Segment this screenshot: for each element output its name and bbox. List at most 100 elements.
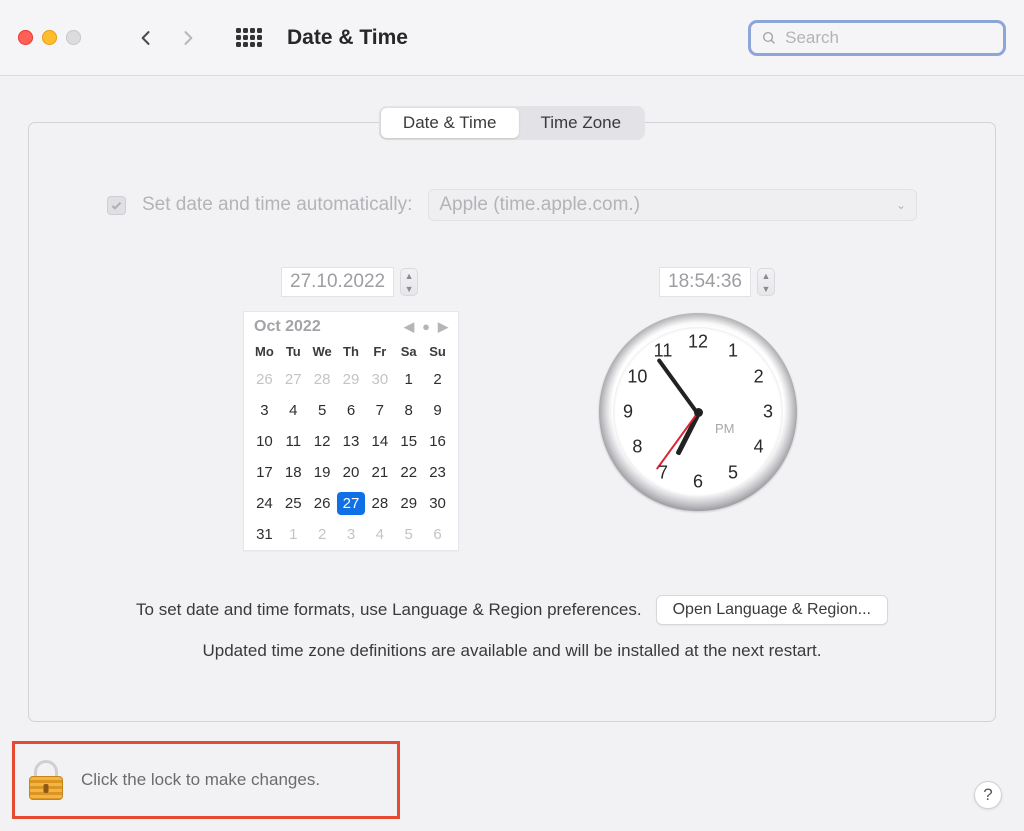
- calendar-day[interactable]: 3: [250, 399, 279, 422]
- lock-icon[interactable]: [29, 760, 63, 800]
- analog-clock[interactable]: PM 121234567891011: [599, 313, 797, 511]
- clock-numeral: 12: [688, 332, 708, 353]
- calendar-day[interactable]: 28: [365, 492, 394, 515]
- close-window-button[interactable]: [18, 30, 33, 45]
- lock-row: Click the lock to make changes.: [12, 741, 400, 819]
- calendar-day[interactable]: 29: [337, 368, 366, 391]
- calendar-day[interactable]: 2: [423, 368, 452, 391]
- calendar-day[interactable]: 25: [279, 492, 308, 515]
- calendar-day[interactable]: 30: [365, 368, 394, 391]
- lock-text: Click the lock to make changes.: [81, 770, 320, 790]
- calendar-day[interactable]: 12: [308, 430, 337, 453]
- clock-numeral: 4: [754, 437, 764, 458]
- prefs-panel: Date & Time Time Zone Set date and time …: [28, 122, 996, 722]
- calendar-next-icon[interactable]: ▶: [438, 319, 448, 335]
- time-stepper[interactable]: ▲▼: [757, 268, 775, 296]
- calendar-day[interactable]: 23: [423, 461, 452, 484]
- auto-time-row: Set date and time automatically: Apple (…: [107, 183, 917, 227]
- calendar-day[interactable]: 3: [337, 523, 366, 546]
- calendar-day[interactable]: 20: [337, 461, 366, 484]
- calendar-day[interactable]: 22: [394, 461, 423, 484]
- calendar-day[interactable]: 27: [279, 368, 308, 391]
- clock-pin: [694, 408, 703, 417]
- auto-time-label: Set date and time automatically:: [142, 194, 412, 216]
- tab-date-time[interactable]: Date & Time: [381, 108, 519, 138]
- calendar-prev-icon[interactable]: ◀: [404, 319, 414, 335]
- time-server-dropdown[interactable]: Apple (time.apple.com.) ⌄: [428, 189, 917, 221]
- calendar-dow: Fr: [365, 344, 394, 359]
- calendar-day[interactable]: 11: [279, 430, 308, 453]
- field-row: 27.10.2022 ▲▼ 18:54:36 ▲▼: [29, 267, 995, 297]
- clock-ampm: PM: [715, 421, 735, 436]
- calendar-day[interactable]: 5: [394, 523, 423, 546]
- auto-time-checkbox[interactable]: [107, 196, 126, 215]
- time-server-value: Apple (time.apple.com.): [439, 194, 640, 216]
- search-field[interactable]: [748, 20, 1006, 56]
- calendar-day[interactable]: 14: [365, 430, 394, 453]
- toolbar: Date & Time: [0, 0, 1024, 76]
- calendar-day[interactable]: 10: [250, 430, 279, 453]
- calendar-day[interactable]: 26: [308, 492, 337, 515]
- calendar-day[interactable]: 4: [279, 399, 308, 422]
- calendar-dow: We: [308, 344, 337, 359]
- zoom-window-button[interactable]: [66, 30, 81, 45]
- calendar-day[interactable]: 2: [308, 523, 337, 546]
- check-icon: [110, 199, 123, 212]
- calendar-day[interactable]: 13: [337, 430, 366, 453]
- clock-minute-hand: [656, 358, 699, 415]
- clock-numeral: 1: [728, 341, 738, 362]
- calendar-day[interactable]: 21: [365, 461, 394, 484]
- calendar-today-icon[interactable]: ●: [422, 319, 430, 335]
- calendar-day[interactable]: 7: [365, 399, 394, 422]
- calendar-dow: Sa: [394, 344, 423, 359]
- calendar-day[interactable]: 4: [365, 523, 394, 546]
- calendar-day[interactable]: 9: [423, 399, 452, 422]
- page-title: Date & Time: [287, 26, 408, 50]
- show-all-prefs-button[interactable]: [235, 24, 263, 52]
- clock-numeral: 9: [623, 402, 633, 423]
- back-button[interactable]: [129, 21, 163, 55]
- calendar-day[interactable]: 5: [308, 399, 337, 422]
- chevron-down-icon: ⌄: [896, 198, 906, 212]
- tab-time-zone[interactable]: Time Zone: [518, 108, 643, 138]
- calendar-day[interactable]: 24: [250, 492, 279, 515]
- calendar-dow: Tu: [279, 344, 308, 359]
- date-stepper[interactable]: ▲▼: [400, 268, 418, 296]
- calendar-day[interactable]: 6: [423, 523, 452, 546]
- calendar-dow: Mo: [250, 344, 279, 359]
- search-input[interactable]: [785, 28, 993, 48]
- calendar-dow: Su: [423, 344, 452, 359]
- clock-numeral: 2: [754, 367, 764, 388]
- calendar-day[interactable]: 27: [337, 492, 366, 515]
- calendar-day[interactable]: 6: [337, 399, 366, 422]
- calendar-dow: Th: [337, 344, 366, 359]
- date-field[interactable]: 27.10.2022: [281, 267, 394, 297]
- calendar-day[interactable]: 16: [423, 430, 452, 453]
- calendar-day[interactable]: 30: [423, 492, 452, 515]
- clock-numeral: 11: [654, 341, 673, 362]
- calendar-day[interactable]: 28: [308, 368, 337, 391]
- clock-hour-hand: [675, 413, 700, 455]
- calendar-month-label: Oct 2022: [254, 318, 321, 336]
- time-field[interactable]: 18:54:36: [659, 267, 751, 297]
- calendar[interactable]: Oct 2022 ◀ ● ▶ MoTuWeThFrSaSu 2627282930…: [243, 311, 459, 551]
- calendar-day[interactable]: 31: [250, 523, 279, 546]
- clock-numeral: 10: [627, 367, 647, 388]
- calendar-day[interactable]: 18: [279, 461, 308, 484]
- calendar-day[interactable]: 1: [394, 368, 423, 391]
- calendar-day[interactable]: 1: [279, 523, 308, 546]
- calendar-day[interactable]: 8: [394, 399, 423, 422]
- calendar-day[interactable]: 15: [394, 430, 423, 453]
- clock-numeral: 5: [728, 462, 738, 483]
- forward-button[interactable]: [171, 21, 205, 55]
- calendar-day[interactable]: 29: [394, 492, 423, 515]
- minimize-window-button[interactable]: [42, 30, 57, 45]
- help-button[interactable]: ?: [974, 781, 1002, 809]
- clock-numeral: 8: [632, 437, 642, 458]
- calendar-day[interactable]: 26: [250, 368, 279, 391]
- calendar-day[interactable]: 19: [308, 461, 337, 484]
- footer-formats-text: To set date and time formats, use Langua…: [136, 600, 642, 620]
- calendar-day[interactable]: 17: [250, 461, 279, 484]
- open-language-region-button[interactable]: Open Language & Region...: [656, 595, 888, 625]
- clock-numeral: 3: [763, 402, 773, 423]
